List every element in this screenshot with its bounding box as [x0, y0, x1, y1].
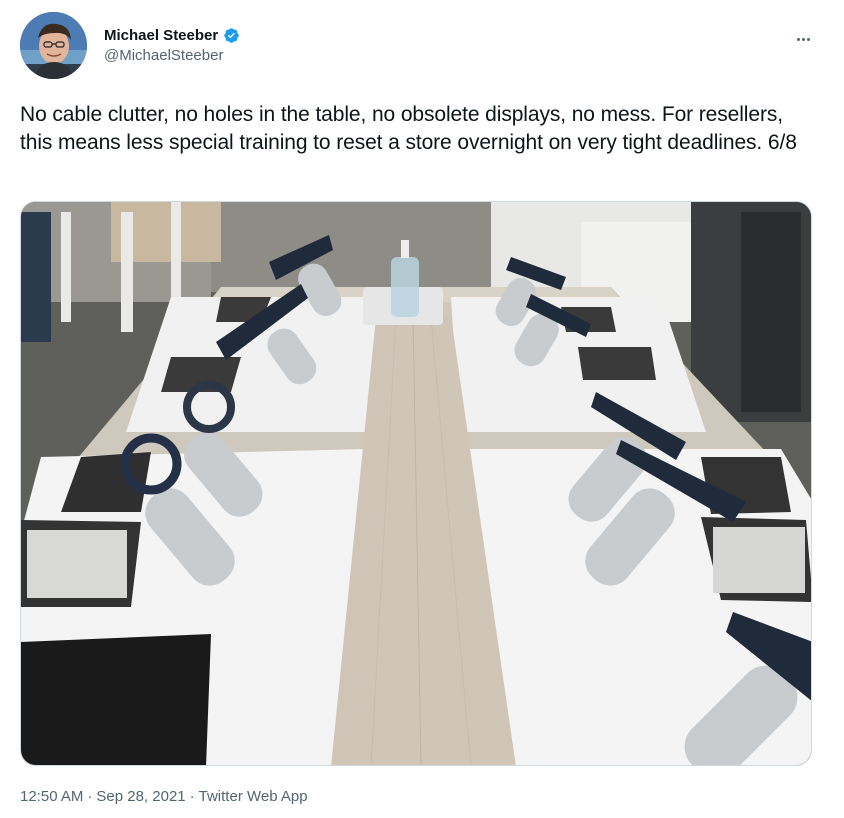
- author-avatar[interactable]: [20, 12, 87, 79]
- author-name-row: Michael Steeber: [104, 26, 240, 44]
- tweet-time[interactable]: 12:50 AM: [20, 788, 83, 805]
- tweet-source: Twitter Web App: [198, 788, 308, 805]
- tweet: Michael Steeber @MichaelSteeber No cable…: [0, 0, 844, 818]
- author-display-name[interactable]: Michael Steeber: [104, 27, 218, 44]
- store-display-photo: [21, 202, 811, 765]
- tweet-date[interactable]: Sep 28, 2021: [96, 788, 185, 805]
- author-block: Michael Steeber @MichaelSteeber: [104, 26, 240, 64]
- author-handle[interactable]: @MichaelSteeber: [104, 47, 240, 64]
- meta-separator: ·: [189, 788, 195, 805]
- more-options-button[interactable]: [788, 26, 818, 52]
- tweet-photo[interactable]: [20, 201, 812, 766]
- verified-badge-icon: [223, 27, 240, 44]
- meta-separator: ·: [87, 788, 93, 805]
- tweet-text: No cable clutter, no holes in the table,…: [20, 103, 797, 154]
- more-options-icon: [796, 37, 810, 41]
- tweet-meta: 12:50 AM · Sep 28, 2021 · Twitter Web Ap…: [20, 788, 308, 805]
